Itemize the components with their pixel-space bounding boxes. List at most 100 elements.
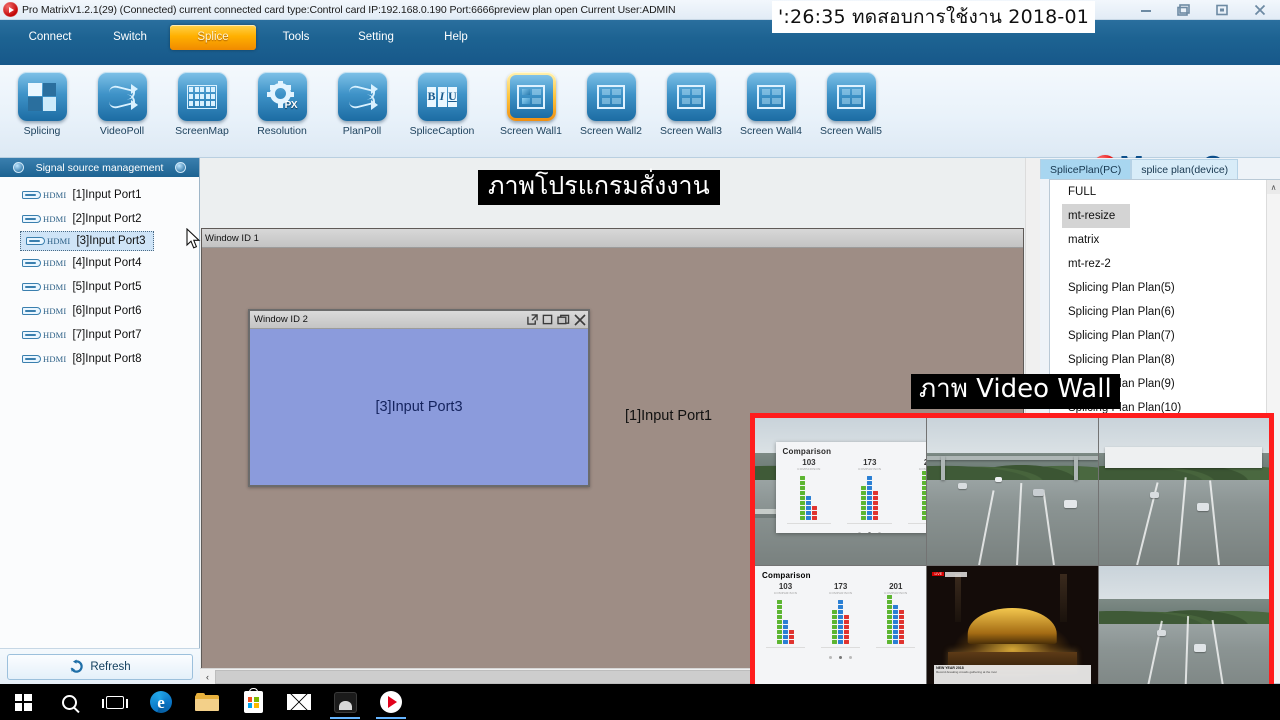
scroll-up-icon[interactable]: ∧ [1267,180,1280,194]
tool-label: Splicing [23,125,61,137]
pro-matrix-icon [380,691,402,713]
slide-title: Comparison [782,446,832,456]
menu-item-tools[interactable]: Tools [256,25,336,50]
window-1-titlebar[interactable]: Window ID 1 [202,229,1023,248]
refresh-icon [70,659,84,673]
task-view-icon [102,695,128,709]
wall-cell-2 [926,418,1098,565]
tool-splicing[interactable]: Splicing [2,72,82,137]
screen-wall-4[interactable]: Screen Wall4 [731,72,811,137]
minimize-button[interactable] [1128,1,1164,20]
tool-label: PlanPoll [342,125,382,137]
slide-value: 173 [863,457,877,467]
menu-item-switch[interactable]: Switch [90,25,170,50]
scroll-left-icon[interactable]: ‹ [200,669,215,684]
tool-screenmap[interactable]: ScreenMap [162,72,242,137]
wall-cell-3 [1097,418,1269,565]
menu-item-setting[interactable]: Setting [336,25,416,50]
close-button[interactable] [1242,1,1278,20]
bar-blue [806,495,812,520]
comparison-slide: Comparison 103 COMPARISON 173 COMPARISON… [775,441,927,533]
collapse-right-icon[interactable] [175,162,186,173]
search-icon [61,694,77,710]
slide-pager [755,656,926,659]
wall-quad-icon [746,72,796,121]
restore-button[interactable] [1166,1,1202,20]
store-button[interactable] [230,684,276,720]
bar-red [899,610,905,644]
signal-item-label: [6]Input Port6 [72,305,142,317]
screen-wall-2[interactable]: Screen Wall2 [571,72,651,137]
mail-button[interactable] [276,684,322,720]
menu-item-splice[interactable]: Splice [170,25,256,50]
tool-videopoll[interactable]: VideoPoll [82,72,162,137]
signal-item-3[interactable]: HDMI [3]Input Port3 [20,231,154,251]
file-explorer-button[interactable] [184,684,230,720]
maximize-icon[interactable] [557,314,570,325]
mouse-cursor [186,228,201,249]
signal-item-label: [7]Input Port7 [72,329,142,341]
pro-matrix-button[interactable] [368,684,414,720]
menu-item-help[interactable]: Help [416,25,496,50]
video-wall-grid: Comparison 103 COMPARISON 173 COMPARISON… [755,418,1269,705]
hdmi-port-icon: HDMI [26,236,70,246]
plan-item-mt-resize[interactable]: mt-resize [1062,204,1130,228]
close-icon[interactable] [574,313,586,326]
plan-item-6[interactable]: Splicing Plan Plan(6) [1050,300,1280,324]
wall-quad-icon [666,72,716,121]
plan-item-7[interactable]: Splicing Plan Plan(7) [1050,324,1280,348]
search-button[interactable] [46,684,92,720]
tab-spliceplan-device[interactable]: splice plan(device) [1131,159,1239,179]
plan-item-mt-rez-2[interactable]: mt-rez-2 [1050,252,1280,276]
signal-item-label: [4]Input Port4 [72,257,142,269]
signal-item-6[interactable]: HDMI [6]Input Port6 [0,299,199,323]
plan-item-matrix[interactable]: matrix [1050,228,1280,252]
slide-column-3: 201 COMPARISON [870,582,921,653]
start-button[interactable] [0,684,46,720]
tool-label: Screen Wall3 [659,125,723,137]
app-window-button[interactable] [322,684,368,720]
bar-green [887,595,893,644]
wall-cell-1: Comparison 103 COMPARISON 173 COMPARISON… [755,418,927,565]
bar-blue [783,620,789,644]
screen-wall-5[interactable]: Screen Wall5 [811,72,891,137]
hdmi-port-icon: HDMI [22,354,66,364]
refresh-button[interactable]: Refresh [7,653,193,680]
signal-item-1[interactable]: HDMI [1]Input Port1 [0,183,199,207]
maximize-button[interactable] [1204,1,1240,20]
signal-item-7[interactable]: HDMI [7]Input Port7 [0,323,199,347]
window-2-controls [527,313,586,326]
highway-scene [927,418,1098,565]
task-view-button[interactable] [92,684,138,720]
collapse-left-icon[interactable] [13,162,24,173]
screen-wall-3[interactable]: Screen Wall3 [651,72,731,137]
signal-item-label: [1]Input Port1 [72,189,142,201]
edge-button[interactable]: e [138,684,184,720]
screen-grid-icon [177,72,227,121]
signal-item-8[interactable]: HDMI [8]Input Port8 [0,347,199,371]
tool-resolution[interactable]: PX Resolution [242,72,322,137]
tool-splicecaption[interactable]: BIU SpliceCaption [402,72,482,137]
plan-item-full[interactable]: FULL [1050,180,1280,204]
window-2[interactable]: Window ID 2 [3]Input Port3 [248,309,590,487]
signal-item-5[interactable]: HDMI [5]Input Port5 [0,275,199,299]
slide-value: 103 [778,582,793,591]
signal-item-label: [2]Input Port2 [72,213,142,225]
restore-icon[interactable] [542,314,553,325]
bar-chart [760,598,811,644]
mail-icon [287,694,311,710]
menu-item-connect[interactable]: Connect [10,25,90,50]
signal-item-4[interactable]: HDMI [4]Input Port4 [0,251,199,275]
tool-planpoll[interactable]: PlanPoll [322,72,402,137]
plan-item-8[interactable]: Splicing Plan Plan(8) [1050,348,1280,372]
edit-icon[interactable] [527,314,538,325]
window-title: Pro MatrixV1.2.1(29) (Connected) current… [22,3,676,16]
plan-item-5[interactable]: Splicing Plan Plan(5) [1050,276,1280,300]
tab-spliceplan-pc[interactable]: SplicePlan(PC) [1040,159,1132,179]
signal-item-2[interactable]: HDMI [2]Input Port2 [0,207,199,231]
program-screenshot-label: ภาพโปรแกรมสั่งงาน [478,170,720,205]
window-2-titlebar[interactable]: Window ID 2 [250,311,588,329]
signal-source-list: HDMI [1]Input Port1 HDMI [2]Input Port2 … [0,177,199,371]
screen-wall-1[interactable]: Screen Wall1 [491,72,571,137]
shuffle-icon [337,72,387,121]
